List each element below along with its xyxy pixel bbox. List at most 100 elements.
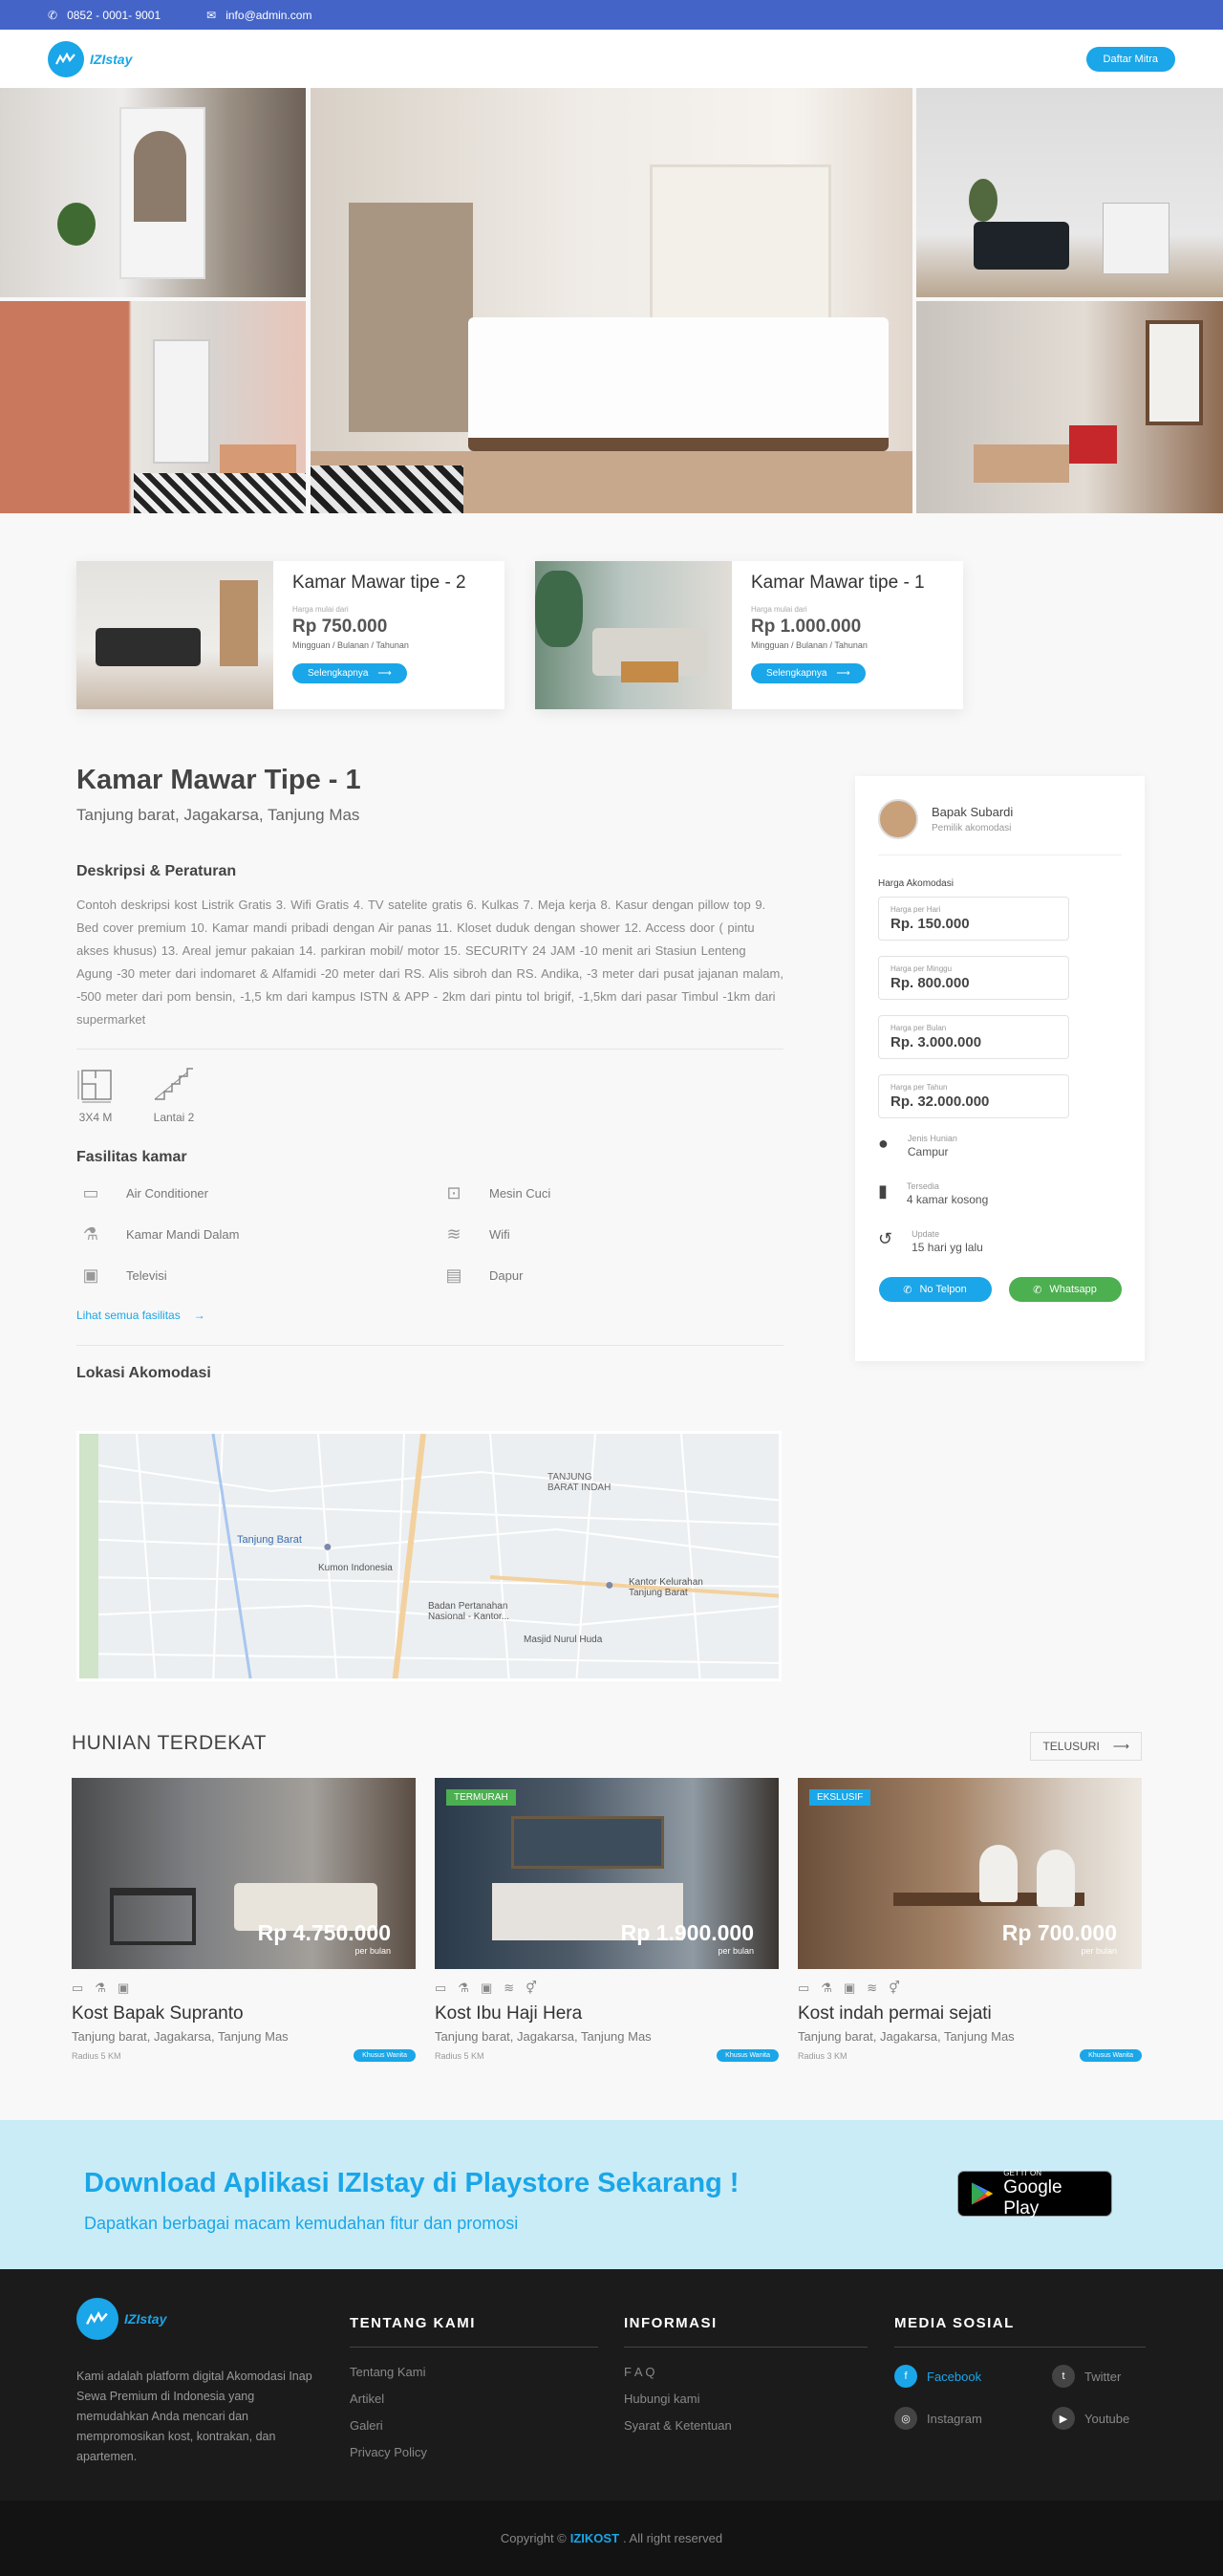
play-store-icon [971, 2182, 994, 2205]
selengkapnya-label: Selengkapnya [766, 668, 827, 679]
copyright-bar: Copyright © IZIKOST . All right reserved [0, 2500, 1223, 2576]
floorplan-icon [77, 1070, 112, 1103]
footer-link[interactable]: Privacy Policy [350, 2445, 598, 2459]
wifi-icon: ≋ [504, 1981, 515, 1995]
promo-subtitle: Dapatkan berbagai macam kemudahan fitur … [84, 2214, 519, 2233]
see-all-label: Lihat semua fasilitas [76, 1309, 181, 1322]
gender-tag: Khusus Wanita [1080, 2049, 1142, 2062]
selengkapnya-button[interactable]: Selengkapnya ⟶ [292, 663, 407, 683]
nearby-card-image: Rp 4.750.000 per bulan [72, 1778, 416, 1969]
twitter-link[interactable]: t Twitter [1052, 2365, 1148, 2388]
room-detail: Kamar Mawar Tipe - 1 Tanjung barat, Jaga… [76, 765, 783, 1382]
telusuri-button[interactable]: TELUSURI ⟶ [1030, 1732, 1142, 1761]
description-text: Contoh deskripsi kost Listrik Gratis 3. … [76, 898, 783, 1027]
television-icon: ▣ [82, 1266, 99, 1285]
logo-text: IZIstay [124, 2311, 167, 2327]
price-label: Harga per Tahun [890, 1083, 948, 1092]
nearby-card[interactable]: TERMURAH Rp 1.900.000 per bulan ▭ ⚗ ▣ ≋ ⚥ Kos… [435, 1778, 779, 2062]
arrow-right-icon: ⟶ [377, 668, 392, 679]
nearby-heading: HUNIAN TERDEKAT [72, 1732, 267, 1754]
phone-contact[interactable]: ✆ 0852 - 0001- 9001 [48, 9, 161, 22]
footer-link[interactable]: Hubungi kami [624, 2392, 868, 2406]
television-icon: ▣ [117, 1981, 130, 1995]
email-contact[interactable]: ✉ info@admin.com [206, 9, 311, 22]
copyright-brand[interactable]: IZIKOST [570, 2531, 619, 2545]
footer-link[interactable]: Syarat & Ketentuan [624, 2418, 868, 2433]
info-label: Jenis Hunian [907, 1134, 957, 1143]
phone-button[interactable]: ✆ No Telpon [878, 1277, 992, 1302]
nearby-name: Kost Ibu Haji Hera [435, 2003, 583, 2024]
price-label: Harga per Hari [890, 905, 941, 914]
footer-col-tentang: TENTANG KAMI Tentang Kami Artikel Galeri… [350, 2315, 598, 2472]
selengkapnya-button[interactable]: Selengkapnya ⟶ [751, 663, 866, 683]
nearby-card-image: EKSLUSIF Rp 700.000 per bulan [798, 1778, 1142, 1969]
youtube-icon: ▶ [1052, 2407, 1075, 2430]
air-conditioner-icon: ▭ [72, 1981, 84, 1995]
whatsapp-icon: ✆ [1033, 1284, 1042, 1296]
youtube-link[interactable]: ▶ Youtube [1052, 2407, 1148, 2430]
room-card-image [535, 561, 732, 709]
gallery-photo-1[interactable] [0, 88, 306, 297]
footer-col-social: MEDIA SOSIAL f Facebook t Twitter ◎ Instagr… [894, 2315, 1146, 2430]
location-heading: Lokasi Akomodasi [76, 1365, 211, 1381]
gender-icon: ⚥ [889, 1981, 900, 1995]
footer-link[interactable]: F A Q [624, 2365, 868, 2379]
footer-link[interactable]: Galeri [350, 2418, 598, 2433]
gallery-photo-4[interactable] [916, 301, 1223, 513]
facility-label: Wifi [489, 1227, 510, 1242]
gallery-photo-main[interactable] [311, 88, 912, 513]
google-play-button[interactable]: GET IT ON Google Play [957, 2169, 1112, 2219]
footer-logo[interactable]: IZIstay [76, 2298, 315, 2340]
room-card[interactable]: Kamar Mawar tipe - 1 Harga mulai dari Rp… [535, 561, 963, 709]
room-card[interactable]: Kamar Mawar tipe - 2 Harga mulai dari Rp… [76, 561, 504, 709]
footer-link[interactable]: Tentang Kami [350, 2365, 598, 2379]
info-value: 4 kamar kosong [906, 1193, 989, 1206]
info-value: Campur [907, 1145, 949, 1158]
facebook-link[interactable]: f Facebook [894, 2365, 1052, 2388]
facility-item: ⚗ Kamar Mandi Dalam [76, 1224, 440, 1245]
info-available: ▮ Tersedia 4 kamar kosong [878, 1181, 1122, 1206]
map-label: Masjid Nurul Huda [524, 1634, 603, 1645]
wifi-icon: ≋ [446, 1224, 461, 1244]
room-card-price-label: Harga mulai dari [292, 605, 349, 614]
map-label: Kumon Indonesia [318, 1563, 393, 1573]
booking-sidebar: Bapak Subardi Pemilik akomodasi Harga Ak… [855, 776, 1145, 1361]
price-period: per bulan [1081, 1946, 1117, 1956]
price-day: Harga per Hari Rp. 150.000 [878, 897, 1069, 941]
logo[interactable]: IZIstay [48, 40, 132, 77]
facility-label: Air Conditioner [126, 1186, 208, 1201]
info-label: Tersedia [906, 1181, 939, 1191]
map-label: TANJUNG BARAT INDAH [547, 1472, 612, 1493]
air-conditioner-icon: ▭ [798, 1981, 810, 1995]
price-label: Harga per Minggu [890, 964, 953, 973]
divider [76, 1049, 783, 1050]
daftar-mitra-button[interactable]: Daftar Mitra [1085, 46, 1175, 72]
instagram-link[interactable]: ◎ Instagram [894, 2407, 1052, 2430]
nearby-card[interactable]: Rp 4.750.000 per bulan ▭ ⚗ ▣ Kost Bapak Sup… [72, 1778, 416, 2062]
air-conditioner-icon: ▭ [82, 1183, 99, 1202]
promo-title: Download Aplikasi IZIstay di Playstore S… [84, 2168, 740, 2198]
stairs-icon [154, 1068, 193, 1100]
map-label: Badan Pertanahan Nasional - Kantor... [428, 1601, 510, 1622]
phone-button-label: No Telpon [919, 1284, 967, 1295]
price-period: per bulan [354, 1946, 391, 1956]
telusuri-label: TELUSURI [1042, 1740, 1100, 1753]
gallery-photo-3[interactable] [916, 88, 1223, 297]
footer: IZIstay Kami adalah platform digital Ako… [0, 2269, 1223, 2500]
location-map[interactable]: TANJUNG BARAT INDAH Tanjung Barat Kumon … [76, 1431, 782, 1681]
map-pin-icon: ● [605, 1577, 614, 1593]
gallery-photo-2[interactable] [0, 301, 306, 513]
whatsapp-button[interactable]: ✆ Whatsapp [1008, 1277, 1122, 1302]
footer-link[interactable]: Artikel [350, 2392, 598, 2406]
facility-item: ▤ Dapur [440, 1266, 783, 1286]
room-card-title: Kamar Mawar tipe - 2 [292, 573, 466, 593]
nearby-card[interactable]: EKSLUSIF Rp 700.000 per bulan ▭ ⚗ ▣ ≋ ⚥ Kost … [798, 1778, 1142, 2062]
price-label: Harga per Bulan [890, 1024, 947, 1032]
divider [76, 1345, 783, 1346]
mail-icon: ✉ [206, 8, 217, 22]
social-label: Instagram [927, 2411, 982, 2426]
nearby-radius: Radius 3 KM [798, 2050, 848, 2061]
selengkapnya-label: Selengkapnya [308, 668, 369, 679]
see-all-facilities-link[interactable]: Lihat semua fasilitas → [76, 1309, 783, 1322]
price-week: Harga per Minggu Rp. 800.000 [878, 956, 1069, 1000]
